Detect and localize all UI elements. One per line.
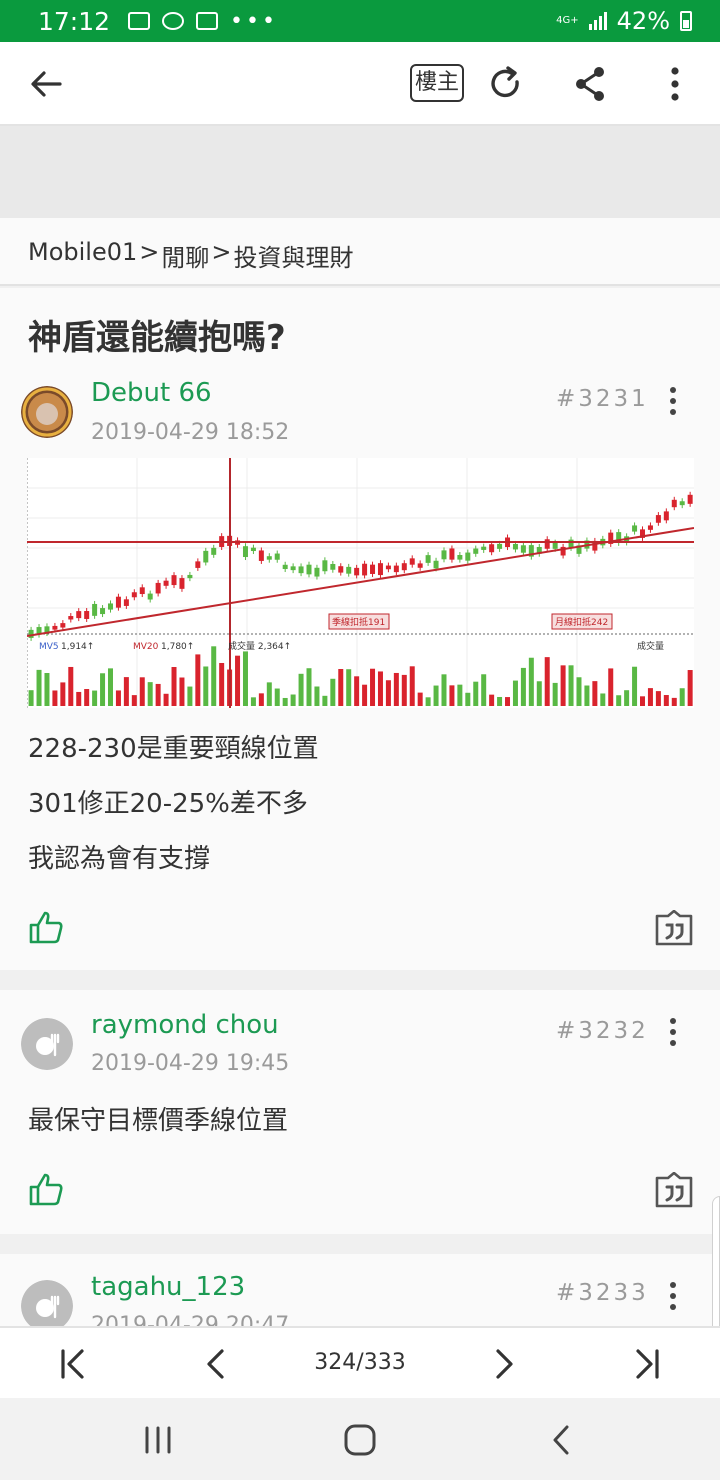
author-name[interactable]: raymond chou: [91, 1010, 279, 1040]
breadcrumb-item-chat[interactable]: 閒聊: [161, 238, 209, 284]
system-nav-bar: [0, 1398, 720, 1480]
avatar-image: [21, 386, 73, 438]
post-text-line: 228-230是重要頸線位置: [28, 734, 319, 764]
pagination-bar: 324/333: [0, 1326, 720, 1398]
thread-title: 神盾還能續抱嗎?: [28, 318, 286, 358]
avatar[interactable]: [21, 386, 73, 438]
post-text-line: 301修正20-25%差不多: [28, 789, 308, 819]
avatar[interactable]: [21, 1018, 73, 1070]
stock-chart-svg: 季線扣抵191 月線扣抵242 MV5 1,914↑ MV20 1,780↑ 成…: [26, 458, 695, 708]
mv5-value: 1,914↑: [61, 642, 94, 652]
mv20-label: MV20: [133, 642, 159, 652]
post-text-line: 最保守目標價季線位置: [28, 1106, 289, 1136]
breadcrumb-item-investment[interactable]: 投資與理財: [233, 238, 353, 284]
mv20-value: 1,780↑: [161, 642, 194, 652]
default-avatar-icon: [21, 1018, 73, 1070]
mv5-label: MV5: [39, 642, 59, 652]
breadcrumb: Mobile01 > 閒聊 > 投資與理財: [0, 218, 720, 286]
first-page-icon[interactable]: [54, 1346, 90, 1382]
page-indicator[interactable]: 324/333: [300, 1350, 420, 1375]
back-arrow-icon[interactable]: [24, 62, 68, 106]
post-more-icon[interactable]: [668, 1282, 678, 1310]
status-time: 17:12: [38, 6, 111, 36]
default-avatar-icon: [21, 1280, 73, 1326]
app-bar: 樓主: [0, 42, 720, 126]
like-icon[interactable]: [28, 910, 64, 944]
avatar[interactable]: [21, 1280, 73, 1326]
post-text-line: 我認為會有支撐: [28, 844, 211, 874]
system-back-icon[interactable]: [542, 1420, 582, 1460]
original-poster-button[interactable]: 樓主: [410, 64, 464, 102]
breadcrumb-item-home[interactable]: Mobile01: [28, 238, 137, 284]
author-name[interactable]: Debut 66: [91, 378, 212, 408]
post-floor-number[interactable]: #3231: [556, 386, 649, 412]
battery-icon: [680, 11, 692, 31]
post-date: 2019-04-29 19:45: [91, 1051, 290, 1076]
month-line-label: 月線扣抵242: [555, 616, 608, 628]
breadcrumb-separator: >: [211, 238, 232, 266]
stock-chart-image[interactable]: 季線扣抵191 月線扣抵242 MV5 1,914↑ MV20 1,780↑ 成…: [26, 458, 695, 708]
post-floor-number[interactable]: #3233: [556, 1280, 649, 1306]
quote-reply-icon[interactable]: [654, 1172, 694, 1208]
post-more-icon[interactable]: [668, 387, 678, 415]
post-date: 2019-04-29 20:47: [91, 1313, 290, 1326]
post-more-icon[interactable]: [668, 1018, 678, 1046]
share-icon[interactable]: [569, 62, 613, 106]
more-options-icon[interactable]: [653, 62, 697, 106]
line-notification-icon: [162, 12, 185, 30]
home-icon[interactable]: [340, 1420, 380, 1460]
like-icon[interactable]: [28, 1172, 64, 1206]
status-bar: 17:12 ••• 4G+ 42%: [0, 0, 720, 42]
more-notifications-icon: •••: [230, 8, 278, 34]
volume-label: 成交量 2,364↑: [228, 640, 291, 652]
gmail-notification-icon: [196, 12, 219, 30]
breadcrumb-separator: >: [139, 238, 160, 266]
post-date: 2019-04-29 18:52: [91, 420, 290, 445]
post-card: tagahu_123 2019-04-29 20:47 #3233: [0, 1254, 720, 1326]
post-floor-number[interactable]: #3232: [556, 1018, 649, 1044]
battery-percent: 42%: [616, 7, 670, 35]
quote-reply-icon[interactable]: [654, 910, 694, 946]
volume-title: 成交量: [637, 640, 664, 652]
ad-banner-placeholder: [0, 126, 720, 218]
gallery-notification-icon: [128, 12, 151, 30]
season-line-label: 季線扣抵191: [332, 616, 385, 628]
network-type-indicator: 4G+: [556, 15, 579, 26]
refresh-icon[interactable]: [484, 62, 528, 106]
previous-page-icon[interactable]: [198, 1346, 234, 1382]
author-name[interactable]: tagahu_123: [91, 1272, 245, 1302]
signal-icon: [588, 12, 607, 30]
recent-apps-icon[interactable]: [138, 1420, 178, 1460]
last-page-icon[interactable]: [630, 1346, 666, 1382]
next-page-icon[interactable]: [486, 1346, 522, 1382]
